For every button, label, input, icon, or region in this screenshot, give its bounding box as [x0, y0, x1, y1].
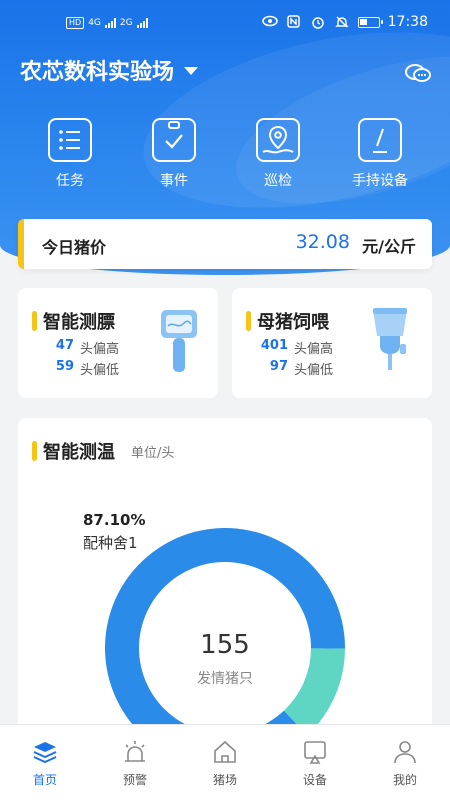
network-4g-label: 4G	[88, 18, 101, 28]
farm-selector[interactable]: 农芯数科实验场	[20, 54, 199, 86]
hd-badge: HD	[66, 17, 85, 29]
battery-icon	[357, 16, 383, 28]
chevron-down-icon	[184, 67, 199, 75]
temperature-donut-chart	[105, 528, 346, 738]
stat-text: 头偏低	[80, 363, 120, 378]
stat-count: 47	[55, 338, 74, 353]
mute-icon	[334, 15, 350, 29]
bottom-navigation: 首页 预警 猪场 设备 我的	[0, 724, 450, 800]
stat-count: 59	[55, 359, 74, 374]
pig-price-unit: 元/公斤	[362, 237, 416, 256]
layers-icon	[32, 739, 58, 765]
tab-label: 预警	[122, 773, 147, 787]
accent-bar	[32, 311, 37, 331]
callout-percent: 87.10%	[83, 511, 146, 529]
tab-label: 猪场	[212, 773, 237, 787]
status-bar: HD 4G 2G 17:38	[0, 0, 450, 50]
donut-center-label: 发情猪只	[197, 671, 253, 687]
temperature-card[interactable]: 智能测温 单位/头 87.10% 配种舍1 155 发情猪只	[18, 418, 432, 738]
chat-bubbles-icon[interactable]	[404, 62, 432, 86]
accent-bar	[246, 311, 251, 331]
pig-price-card[interactable]: 今日猪价 32.08 元/公斤	[18, 219, 432, 269]
tab-label: 首页	[32, 773, 57, 787]
house-icon	[212, 739, 238, 765]
quick-action-label: 巡检	[264, 173, 292, 189]
quick-action-handheld[interactable]: 手持设备	[340, 118, 420, 190]
quick-action-label: 任务	[56, 173, 84, 189]
user-icon	[392, 739, 418, 765]
feeding-high-row: 401 头偏高	[260, 338, 333, 357]
accent-bar	[18, 219, 24, 269]
eye-icon	[261, 15, 278, 29]
network-indicators: HD 4G 2G	[66, 17, 148, 29]
card-title-text: 母猪饲喂	[257, 312, 329, 333]
callout-label: 配种舍1	[83, 534, 138, 552]
donut-center-value: 155	[200, 630, 250, 660]
backfat-low-row: 59 头偏低	[46, 359, 119, 378]
tab-home[interactable]: 首页	[10, 739, 80, 788]
backfat-card-title: 智能测膘	[32, 308, 115, 334]
stat-count: 97	[269, 359, 288, 374]
alarm-clock-icon	[310, 15, 326, 29]
stat-text: 头偏高	[80, 342, 120, 357]
backfat-high-row: 47 头偏高	[46, 338, 119, 357]
tab-profile[interactable]: 我的	[370, 739, 440, 788]
quick-action-inspection[interactable]: 巡检	[238, 118, 318, 190]
quick-action-label: 事件	[160, 173, 188, 189]
card-title-text: 智能测膘	[43, 312, 115, 333]
quick-action-event[interactable]: 事件	[134, 118, 214, 190]
device-icon	[302, 739, 328, 765]
tab-alert[interactable]: 预警	[100, 739, 170, 788]
quick-action-label: 手持设备	[352, 173, 408, 189]
quick-action-task[interactable]: 任务	[30, 118, 110, 190]
signal-bars-icon	[104, 18, 116, 28]
feeding-low-row: 97 头偏低	[260, 359, 333, 378]
network-2g-label: 2G	[119, 18, 133, 28]
tab-device[interactable]: 设备	[280, 739, 350, 788]
map-pin-icon	[256, 118, 300, 162]
nfc-icon	[286, 15, 302, 29]
list-icon	[48, 118, 92, 162]
alarm-icon	[122, 739, 148, 765]
farm-name: 农芯数科实验场	[20, 60, 175, 85]
stat-count: 401	[260, 338, 288, 353]
pig-price-label: 今日猪价	[42, 238, 107, 257]
handheld-device-icon	[358, 118, 402, 162]
tab-farm[interactable]: 猪场	[190, 739, 260, 788]
stat-text: 头偏低	[294, 363, 334, 378]
stat-text: 头偏高	[294, 342, 334, 357]
feeding-card-title: 母猪饲喂	[246, 308, 329, 334]
pig-price-value: 32.08	[295, 231, 350, 253]
tab-label: 我的	[392, 773, 417, 787]
sow-feeding-card[interactable]: 母猪饲喂 401 头偏高 97 头偏低	[232, 288, 432, 398]
feeder-icon	[370, 306, 410, 378]
signal-bars-icon	[136, 18, 148, 28]
backfat-scanner-icon	[158, 308, 200, 378]
clipboard-check-icon	[152, 118, 196, 162]
backfat-card[interactable]: 智能测膘 47 头偏高 59 头偏低	[18, 288, 218, 398]
tab-label: 设备	[302, 773, 327, 787]
clock-time: 17:38	[387, 14, 428, 30]
